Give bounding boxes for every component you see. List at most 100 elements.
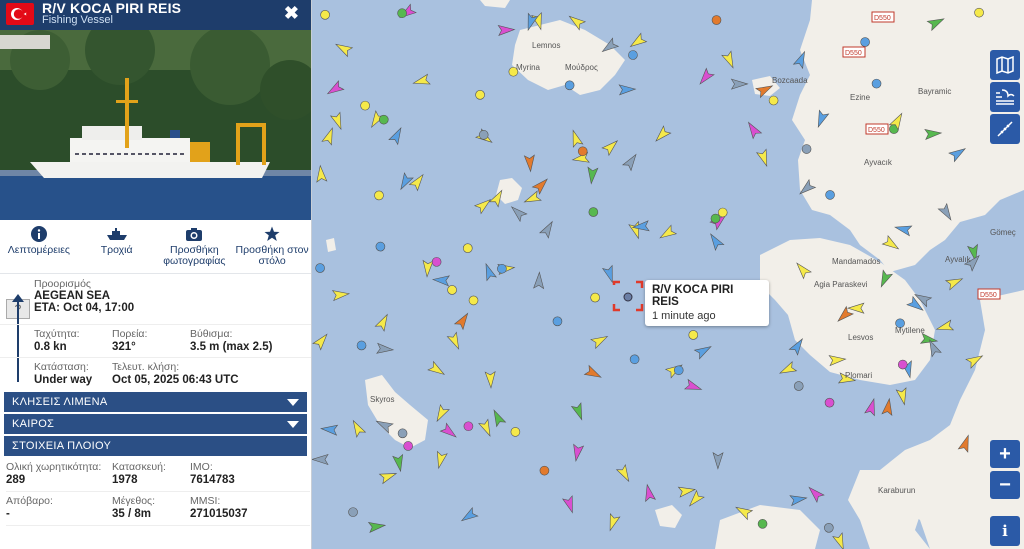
vessel-marker[interactable] <box>510 427 521 437</box>
map-label-moudros: Μούδρος <box>565 63 598 72</box>
map-info-button[interactable]: i <box>990 516 1020 546</box>
camera-icon <box>186 227 203 241</box>
destination-label: Προορισμός <box>34 278 91 290</box>
map-label-skyros: Skyros <box>370 395 394 404</box>
vessel-marker[interactable] <box>468 295 479 306</box>
details-label: Λεπτομέρειες <box>7 244 70 256</box>
course-cell: Πορεία: 321° <box>112 328 190 357</box>
vessel-marker[interactable] <box>447 285 457 295</box>
speed-value: 0.8 kn <box>34 341 67 353</box>
vessel-marker[interactable] <box>475 90 485 100</box>
last-call-value: Oct 05, 2025 06:43 UTC <box>112 374 239 386</box>
vessel-marker[interactable] <box>564 80 575 91</box>
vessel-marker[interactable] <box>431 257 442 267</box>
vessel-marker[interactable] <box>629 354 640 365</box>
vessel-marker[interactable] <box>711 15 722 25</box>
vessel-marker[interactable] <box>628 50 638 60</box>
zoom-out-button[interactable]: − <box>990 471 1020 499</box>
vessel-marker[interactable] <box>539 465 550 476</box>
track-button[interactable]: Τροχιά <box>78 224 156 273</box>
vessel-marker[interactable] <box>897 359 908 370</box>
vessel-marker[interactable] <box>403 441 413 451</box>
size-value: 35 / 8m <box>112 508 151 520</box>
eta-value: ETA: Oct 04, 17:00 <box>34 302 135 314</box>
vessel-marker[interactable] <box>577 146 588 157</box>
port-calls-section[interactable]: ΚΛΗΣΕΙΣ ΛΙΜΕΝΑ <box>4 392 307 412</box>
vessel-marker[interactable] <box>768 95 779 106</box>
mmsi-cell: MMSI: 271015037 <box>190 492 310 526</box>
speed-label: Ταχύτητα: <box>34 328 80 340</box>
map-label-agia-paraskevi: Agia Paraskevi <box>814 280 868 289</box>
vessel-marker[interactable] <box>824 522 834 533</box>
map-label-gomec: Gömeç <box>990 228 1016 237</box>
tooltip-time: 1 minute ago <box>652 310 716 322</box>
vessel-marker[interactable] <box>717 207 728 218</box>
zoom-in-button[interactable]: + <box>990 440 1020 468</box>
track-label: Τροχιά <box>100 244 133 256</box>
map-layers-button[interactable] <box>990 50 1020 80</box>
course-value: 321° <box>112 341 136 353</box>
vessel-marker[interactable] <box>793 381 804 391</box>
vessel-marker[interactable] <box>590 292 600 303</box>
vessel-marker[interactable] <box>315 263 325 273</box>
weather-title: ΚΑΙΡΟΣ <box>12 418 55 430</box>
deadweight-value: - <box>6 508 10 520</box>
vessel-marker[interactable] <box>860 37 870 47</box>
weather-section[interactable]: ΚΑΙΡΟΣ <box>4 414 307 434</box>
vessel-marker[interactable] <box>463 421 474 432</box>
gross-tonnage-cell: Ολική χωρητικότητα: 289 <box>6 458 112 492</box>
vessel-marker[interactable] <box>974 7 984 18</box>
add-to-fleet-button[interactable]: Προσθήκη στον στόλο <box>233 224 311 273</box>
gross-tonnage-value: 289 <box>6 474 26 486</box>
vessel-marker[interactable] <box>588 207 599 217</box>
map-label-mytilene: Mytilene <box>895 326 925 335</box>
measure-tool-button[interactable] <box>990 114 1020 144</box>
vessel-marker[interactable] <box>552 316 563 327</box>
vessel-marker[interactable] <box>356 340 367 351</box>
vessel-marker[interactable] <box>801 144 812 154</box>
turkey-flag-icon <box>6 3 34 25</box>
vessel-marker[interactable] <box>757 519 768 529</box>
vessel-marker[interactable] <box>462 243 473 253</box>
road-shield-1: D550 <box>874 15 891 22</box>
panel-header: R/V KOCA PIRI REIS Fishing Vessel ✖ <box>0 0 311 30</box>
deadweight-cell: Απόβαρο: - <box>6 492 112 526</box>
add-photo-button[interactable]: Προσθήκη φωτογραφίας <box>156 224 234 273</box>
vessel-marker[interactable] <box>320 10 330 20</box>
status-label: Κατάσταση: <box>34 361 89 373</box>
vessel-marker[interactable] <box>397 8 407 19</box>
vessel-marker[interactable] <box>360 100 370 111</box>
vessel-marker[interactable] <box>824 397 835 408</box>
deadweight-label: Απόβαρο: <box>6 495 53 507</box>
vessel-marker[interactable] <box>710 213 721 224</box>
vessel-type: Fishing Vessel <box>42 14 113 26</box>
vessel-marker[interactable] <box>871 78 882 89</box>
draught-cell: Βύθισμα: 3.5 m (max 2.5) <box>190 328 272 357</box>
map-label-ayvalik: Ayvalık <box>945 255 972 264</box>
details-button[interactable]: Λεπτομέρειες <box>0 224 78 273</box>
imo-cell: IMO: 7614783 <box>190 458 310 492</box>
vessel-marker[interactable] <box>397 428 408 439</box>
vessel-info-panel: R/V KOCA PIRI REIS Fishing Vessel ✖ Λεπτ… <box>0 0 312 549</box>
vessel-marker[interactable] <box>497 263 507 274</box>
map-label-lemnos: Lemnos <box>532 41 560 50</box>
vessel-marker[interactable] <box>374 190 384 201</box>
vessel-marker[interactable] <box>348 507 358 517</box>
vessel-marker[interactable] <box>673 365 684 376</box>
vessel-marker[interactable] <box>688 330 699 340</box>
map-label-mandamados: Mandamados <box>832 257 880 266</box>
vessel-marker[interactable] <box>378 114 389 125</box>
mmsi-value: 271015037 <box>190 508 248 520</box>
vessel-marker[interactable] <box>375 241 386 252</box>
weather-layer-button[interactable] <box>990 82 1020 112</box>
info-icon <box>30 226 47 242</box>
vessel-info-section[interactable]: ΣΤΟΙΧΕΙΑ ΠΛΟΙΟΥ <box>4 436 307 456</box>
size-cell: Μέγεθος: 35 / 8m <box>112 492 190 526</box>
ship-track-icon <box>106 228 127 240</box>
vessel-marker[interactable] <box>478 130 489 140</box>
add-photo-label: Προσθήκη φωτογραφίας <box>163 244 226 267</box>
voyage-row-1: Ταχύτητα: 0.8 kn Πορεία: 321° Βύθισμα: 3.5 … <box>0 324 311 357</box>
map-label-plomari: Plomari <box>845 371 872 380</box>
close-icon[interactable]: ✖ <box>284 3 299 24</box>
vessel-marker[interactable] <box>825 190 835 200</box>
